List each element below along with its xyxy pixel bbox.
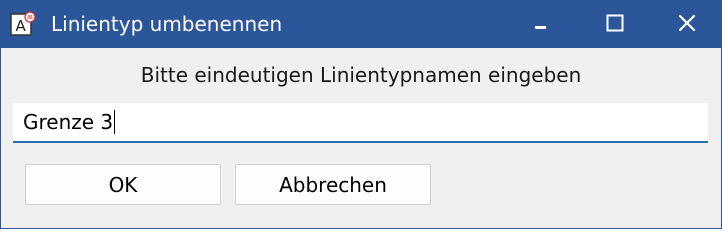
window-title: Linientyp umbenennen [51, 12, 283, 36]
svg-text:A: A [16, 17, 27, 35]
input-value: Grenze 3 [23, 110, 114, 134]
minimize-icon [534, 15, 548, 34]
maximize-icon [606, 14, 624, 36]
minimize-button[interactable] [511, 1, 571, 48]
title-bar[interactable]: A Linientyp umbenennen [1, 1, 721, 48]
close-icon [678, 14, 696, 36]
text-caret [114, 110, 116, 134]
cancel-button[interactable]: Abbrechen [235, 164, 431, 205]
maximize-button[interactable] [585, 1, 645, 48]
app-icon: A [9, 10, 37, 38]
close-button[interactable] [657, 1, 717, 48]
linetype-name-input[interactable]: Grenze 3 [13, 103, 708, 143]
rename-linetype-dialog: A Linientyp umbenennen Bitte eindeutigen… [0, 0, 722, 229]
prompt-label: Bitte eindeutigen Linientypnamen eingebe… [140, 63, 582, 87]
ok-button[interactable]: OK [25, 164, 221, 205]
